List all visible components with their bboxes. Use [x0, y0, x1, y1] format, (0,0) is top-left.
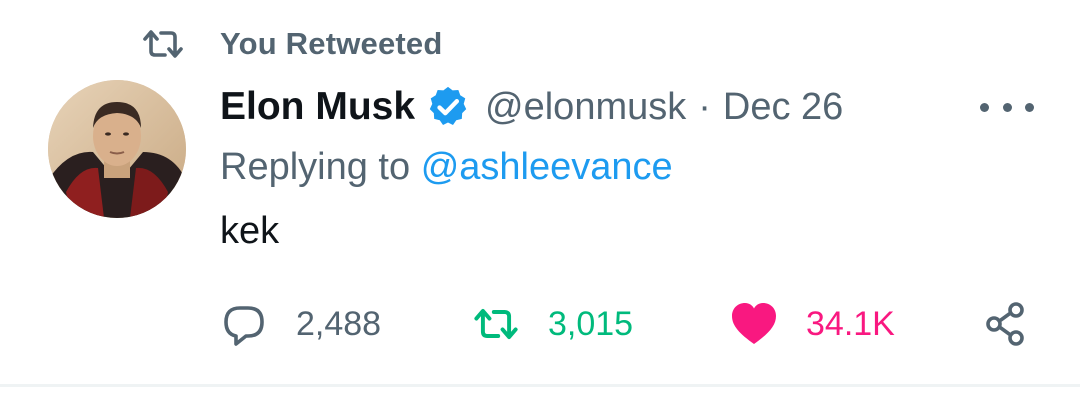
- heart-icon: [732, 303, 776, 344]
- like-button[interactable]: 34.1K: [730, 298, 895, 350]
- retweet-icon: [140, 27, 186, 61]
- reply-count: 2,488: [296, 304, 382, 343]
- share-icon: [986, 302, 1024, 346]
- separator-dot: ·: [698, 85, 711, 128]
- tweet-text: kek: [220, 210, 280, 252]
- author-handle[interactable]: @elonmusk: [485, 86, 686, 129]
- tweet-actions: 2,488 3,015 34.1K: [220, 298, 1040, 350]
- retweet-count: 3,015: [548, 304, 634, 343]
- retweet-context-label[interactable]: You Retweeted: [220, 26, 443, 62]
- more-options-icon[interactable]: [980, 92, 1034, 122]
- retweet-icon: [474, 308, 518, 340]
- more-dot: [980, 102, 989, 112]
- share-button[interactable]: [982, 298, 1030, 350]
- more-dot: [1025, 102, 1034, 112]
- more-dot: [1002, 102, 1012, 112]
- divider: [0, 384, 1080, 387]
- replying-to-label: Replying to: [220, 146, 411, 188]
- tweet[interactable]: You Retweeted Elon Musk @elonmusk · Dec …: [0, 0, 1080, 384]
- avatar[interactable]: [48, 80, 186, 218]
- verified-badge-icon: [429, 86, 467, 126]
- tweet-date[interactable]: Dec 26: [723, 86, 843, 129]
- reply-icon: [224, 306, 264, 346]
- display-name[interactable]: Elon Musk: [220, 85, 415, 129]
- reply-button[interactable]: 2,488: [220, 298, 381, 350]
- reply-mention-link[interactable]: @ashleevance: [421, 146, 673, 188]
- like-count: 34.1K: [806, 304, 895, 343]
- retweet-context: You Retweeted: [140, 24, 443, 64]
- retweet-button[interactable]: 3,015: [472, 298, 633, 350]
- tweet-header: Elon Musk @elonmusk · Dec 26: [220, 80, 843, 134]
- replying-to: Replying to @ashleevance: [220, 146, 673, 189]
